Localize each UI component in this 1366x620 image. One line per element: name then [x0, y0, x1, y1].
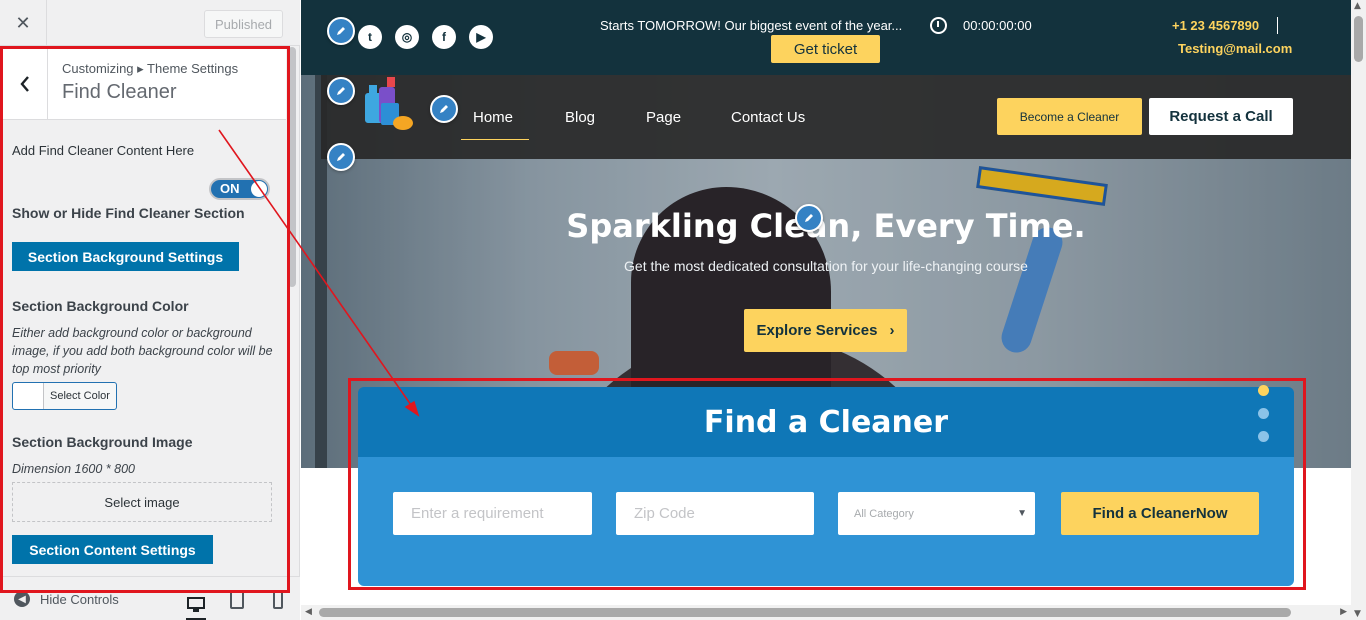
section-content-settings-button[interactable]: Section Content Settings — [12, 535, 213, 564]
explore-services-button[interactable]: Explore Services › — [744, 309, 907, 352]
section-background-settings-button[interactable]: Section Background Settings — [12, 242, 239, 271]
chevron-right-icon: › — [889, 322, 895, 339]
edit-shortcut-pencil-icon[interactable] — [327, 17, 355, 45]
preview-horizontal-scrollbar[interactable]: ◀ ▶ — [301, 605, 1351, 620]
collapse-icon: ◀ — [14, 591, 30, 607]
edit-shortcut-pencil-icon[interactable] — [430, 95, 458, 123]
toggle-knob — [251, 181, 267, 197]
toggle-label: ON — [220, 181, 240, 196]
requirement-input[interactable]: Enter a requirement — [393, 492, 592, 535]
slider-dot[interactable] — [1258, 408, 1269, 419]
edit-shortcut-pencil-icon[interactable] — [327, 143, 355, 171]
show-hide-label: Show or Hide Find Cleaner Section — [12, 205, 245, 221]
category-selected-value: All Category — [854, 507, 914, 520]
countdown-timer: 00:00:00:00 — [963, 18, 1032, 33]
sidebar-scrollbar[interactable] — [288, 47, 296, 287]
section-toggle[interactable]: ON — [209, 178, 270, 200]
slider-dot-active[interactable] — [1258, 385, 1269, 396]
select-color-button[interactable]: Select Color — [12, 382, 117, 410]
sidebar-header: ✕ Published — [0, 0, 300, 46]
event-announcement: Starts TOMORROW! Our biggest event of th… — [600, 18, 903, 33]
main-navbar: Home Blog Page Contact Us Become a Clean… — [321, 75, 1351, 159]
zip-code-input[interactable]: Zip Code — [616, 492, 814, 535]
request-call-button[interactable]: Request a Call — [1149, 98, 1293, 135]
site-logo[interactable] — [361, 75, 413, 131]
add-content-label: Add Find Cleaner Content Here — [12, 143, 195, 158]
nav-contact[interactable]: Contact Us — [731, 109, 805, 126]
vertical-scroll-thumb[interactable] — [1354, 16, 1363, 62]
back-icon[interactable] — [2, 47, 48, 120]
slider-dot[interactable] — [1258, 431, 1269, 442]
top-bar: t ◎ f ▶ Starts TOMORROW! Our biggest eve… — [301, 0, 1351, 75]
close-icon[interactable]: ✕ — [0, 0, 47, 46]
scroll-right-icon[interactable]: ▶ — [1340, 607, 1347, 617]
nav-home[interactable]: Home — [473, 109, 513, 126]
find-cleaner-panel: Customizing ▸ Theme Settings Find Cleane… — [0, 47, 286, 575]
chevron-down-icon: ▼ — [1017, 508, 1027, 519]
bg-color-description: Either add background color or backgroun… — [12, 326, 273, 376]
become-cleaner-button[interactable]: Become a Cleaner — [997, 98, 1142, 135]
customizer-sidebar: ✕ Published Customizing ▸ Theme Settings… — [0, 0, 300, 620]
edit-shortcut-pencil-icon[interactable] — [327, 77, 355, 105]
hide-controls-label: Hide Controls — [40, 591, 119, 607]
preview-vertical-scrollbar[interactable]: ▲ ▼ — [1351, 0, 1366, 620]
tablet-preview-icon[interactable] — [227, 591, 247, 609]
phone-number[interactable]: +1 23 4567890 — [1172, 18, 1259, 33]
topbar-divider — [1277, 17, 1278, 34]
published-button[interactable]: Published — [204, 10, 283, 38]
desktop-preview-icon[interactable] — [186, 591, 206, 620]
scroll-left-icon[interactable]: ◀ — [305, 607, 312, 617]
email-address[interactable]: Testing@mail.com — [1178, 41, 1292, 56]
hide-controls-button[interactable]: ◀ Hide Controls — [14, 591, 119, 607]
find-cleaner-form: Enter a requirement Zip Code All Categor… — [358, 457, 1294, 586]
site-preview: t ◎ f ▶ Starts TOMORROW! Our biggest eve… — [301, 0, 1351, 605]
twitter-icon[interactable]: t — [358, 25, 382, 49]
nav-blog[interactable]: Blog — [565, 109, 595, 126]
panel-title: Find Cleaner — [62, 81, 177, 103]
scroll-down-icon[interactable]: ▼ — [1354, 609, 1361, 619]
find-cleaner-submit-button[interactable]: Find a CleanerNow — [1061, 492, 1259, 535]
dimension-text: Dimension 1600 * 800 — [12, 462, 135, 476]
scroll-up-icon[interactable]: ▲ — [1354, 1, 1361, 11]
breadcrumb: Customizing ▸ Theme Settings — [62, 61, 239, 76]
facebook-icon[interactable]: f — [432, 25, 456, 49]
find-cleaner-heading: Find a Cleaner — [358, 387, 1294, 457]
bg-image-heading: Section Background Image — [12, 434, 193, 450]
category-select[interactable]: All Category ▼ — [838, 492, 1035, 535]
select-image-button[interactable]: Select image — [12, 482, 272, 522]
customizer-screen: ✕ Published Customizing ▸ Theme Settings… — [0, 0, 1366, 620]
color-swatch — [13, 383, 44, 409]
edit-shortcut-pencil-icon[interactable] — [795, 204, 823, 232]
get-ticket-button[interactable]: Get ticket — [771, 35, 880, 63]
hero-subtitle: Get the most dedicated consultation for … — [624, 258, 1028, 274]
select-color-label: Select Color — [50, 390, 110, 402]
instagram-icon[interactable]: ◎ — [395, 25, 419, 49]
explore-label: Explore Services — [756, 322, 878, 339]
panel-header: Customizing ▸ Theme Settings Find Cleane… — [2, 47, 286, 120]
sidebar-footer: ◀ Hide Controls — [0, 576, 300, 620]
youtube-icon[interactable]: ▶ — [469, 25, 493, 49]
hero-title: Sparkling Clean, Every Time. — [566, 207, 1086, 245]
horizontal-scroll-thumb[interactable] — [319, 608, 1291, 617]
bg-color-heading: Section Background Color — [12, 298, 189, 314]
mobile-preview-icon[interactable] — [268, 591, 288, 609]
nav-active-underline — [461, 139, 529, 140]
nav-page[interactable]: Page — [646, 109, 681, 126]
clock-icon — [930, 17, 947, 34]
